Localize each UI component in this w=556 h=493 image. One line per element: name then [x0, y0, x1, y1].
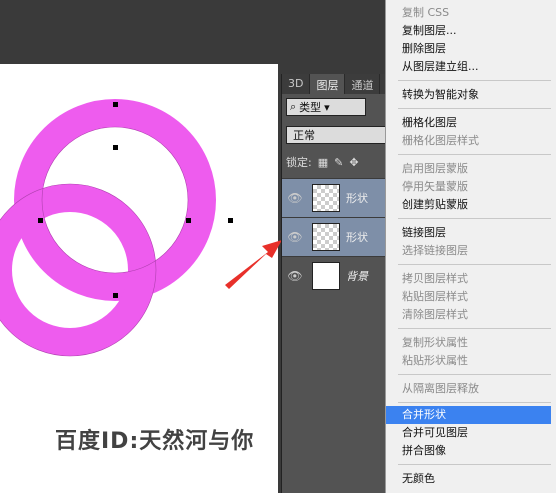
layer-row[interactable]: 👁 背景 [282, 256, 392, 295]
layers-panel: 3D 图层 通道 ⌕ 类型 ▾ 正常 锁定: ▦ ✎ ✥ 👁 形状 👁 形状 👁… [281, 74, 392, 493]
lock-label: 锁定: [286, 156, 312, 169]
layer-filter-select[interactable]: ⌕ 类型 ▾ [286, 98, 366, 116]
layer-name: 形状 [346, 192, 368, 205]
menu-item-delete-layer[interactable]: 删除图层 [386, 40, 551, 58]
arrow-annotation [225, 240, 282, 289]
tab-channels[interactable]: 通道 [345, 74, 381, 94]
eye-icon[interactable]: 👁 [282, 191, 308, 205]
menu-separator [398, 264, 551, 265]
menu-item-link-layers[interactable]: 链接图层 [386, 224, 551, 242]
layer-name: 形状 [346, 231, 368, 244]
menu-separator [398, 374, 551, 375]
menu-item-copy-css[interactable]: 复制 CSS [386, 4, 551, 22]
menu-item-rasterize-style[interactable]: 栅格化图层样式 [386, 132, 551, 150]
menu-separator [398, 464, 551, 465]
panel-tabs: 3D 图层 通道 [282, 74, 392, 94]
menu-item-copy-shape-attrs[interactable]: 复制形状属性 [386, 334, 551, 352]
menu-separator [398, 218, 551, 219]
eye-icon[interactable]: 👁 [282, 230, 308, 244]
lock-transparent-icon[interactable]: ▦ [318, 156, 328, 169]
lock-row: 锁定: ▦ ✎ ✥ [286, 154, 392, 170]
menu-item-paste-layer-style[interactable]: 粘贴图层样式 [386, 288, 551, 306]
menu-item-release-isolation[interactable]: 从隔离图层释放 [386, 380, 551, 398]
tab-layers[interactable]: 图层 [310, 74, 346, 94]
menu-item-flatten-image[interactable]: 拼合图像 [386, 442, 551, 460]
menu-item-merge-shapes[interactable]: 合并形状 [386, 406, 551, 424]
watermark-text: 百度ID:天然河与你 [55, 429, 255, 454]
menu-item-rasterize-layer[interactable]: 栅格化图层 [386, 114, 551, 132]
menu-separator [398, 80, 551, 81]
menu-item-group-from-layers[interactable]: 从图层建立组... [386, 58, 551, 76]
menu-item-duplicate-layer[interactable]: 复制图层... [386, 22, 551, 40]
menu-item-paste-shape-attrs[interactable]: 粘贴形状属性 [386, 352, 551, 370]
layer-row[interactable]: 👁 形状 [282, 178, 392, 217]
layer-name: 背景 [346, 270, 368, 283]
anchor-point [38, 218, 43, 223]
eye-icon[interactable]: 👁 [282, 269, 308, 283]
layer-thumbnail [312, 184, 340, 212]
anchor-point [113, 102, 118, 107]
layer-thumbnail [312, 223, 340, 251]
menu-item-select-linked[interactable]: 选择链接图层 [386, 242, 551, 260]
context-menu: 复制 CSS 复制图层... 删除图层 从图层建立组... 转换为智能对象 栅格… [385, 0, 556, 493]
menu-item-enable-layer-mask[interactable]: 启用图层蒙版 [386, 160, 551, 178]
menu-item-clear-layer-style[interactable]: 清除图层样式 [386, 306, 551, 324]
anchor-point [113, 145, 118, 150]
menu-item-no-color[interactable]: 无颜色 [386, 470, 551, 488]
search-icon: ⌕ [290, 100, 297, 113]
tab-3d[interactable]: 3D [282, 74, 311, 94]
anchor-point [228, 218, 233, 223]
menu-item-create-clipping-mask[interactable]: 创建剪贴蒙版 [386, 196, 551, 214]
menu-separator [398, 402, 551, 403]
layer-row[interactable]: 👁 形状 [282, 217, 392, 256]
menu-separator [398, 108, 551, 109]
chevron-down-icon: ▾ [324, 100, 330, 114]
menu-item-disable-vector-mask[interactable]: 停用矢量蒙版 [386, 178, 551, 196]
layer-thumbnail [312, 262, 340, 290]
menu-separator [398, 154, 551, 155]
lock-paint-icon[interactable]: ✎ [334, 156, 343, 169]
menu-item-merge-visible[interactable]: 合并可见图层 [386, 424, 551, 442]
menu-item-copy-layer-style[interactable]: 拷贝图层样式 [386, 270, 551, 288]
filter-label: 类型 [299, 101, 322, 114]
lock-move-icon[interactable]: ✥ [349, 156, 358, 169]
blend-mode-label: 正常 [293, 129, 315, 142]
anchor-point [186, 218, 191, 223]
menu-separator [398, 328, 551, 329]
menu-item-convert-smart-object[interactable]: 转换为智能对象 [386, 86, 551, 104]
anchor-point [113, 293, 118, 298]
blend-mode-select[interactable]: 正常 [286, 126, 386, 144]
